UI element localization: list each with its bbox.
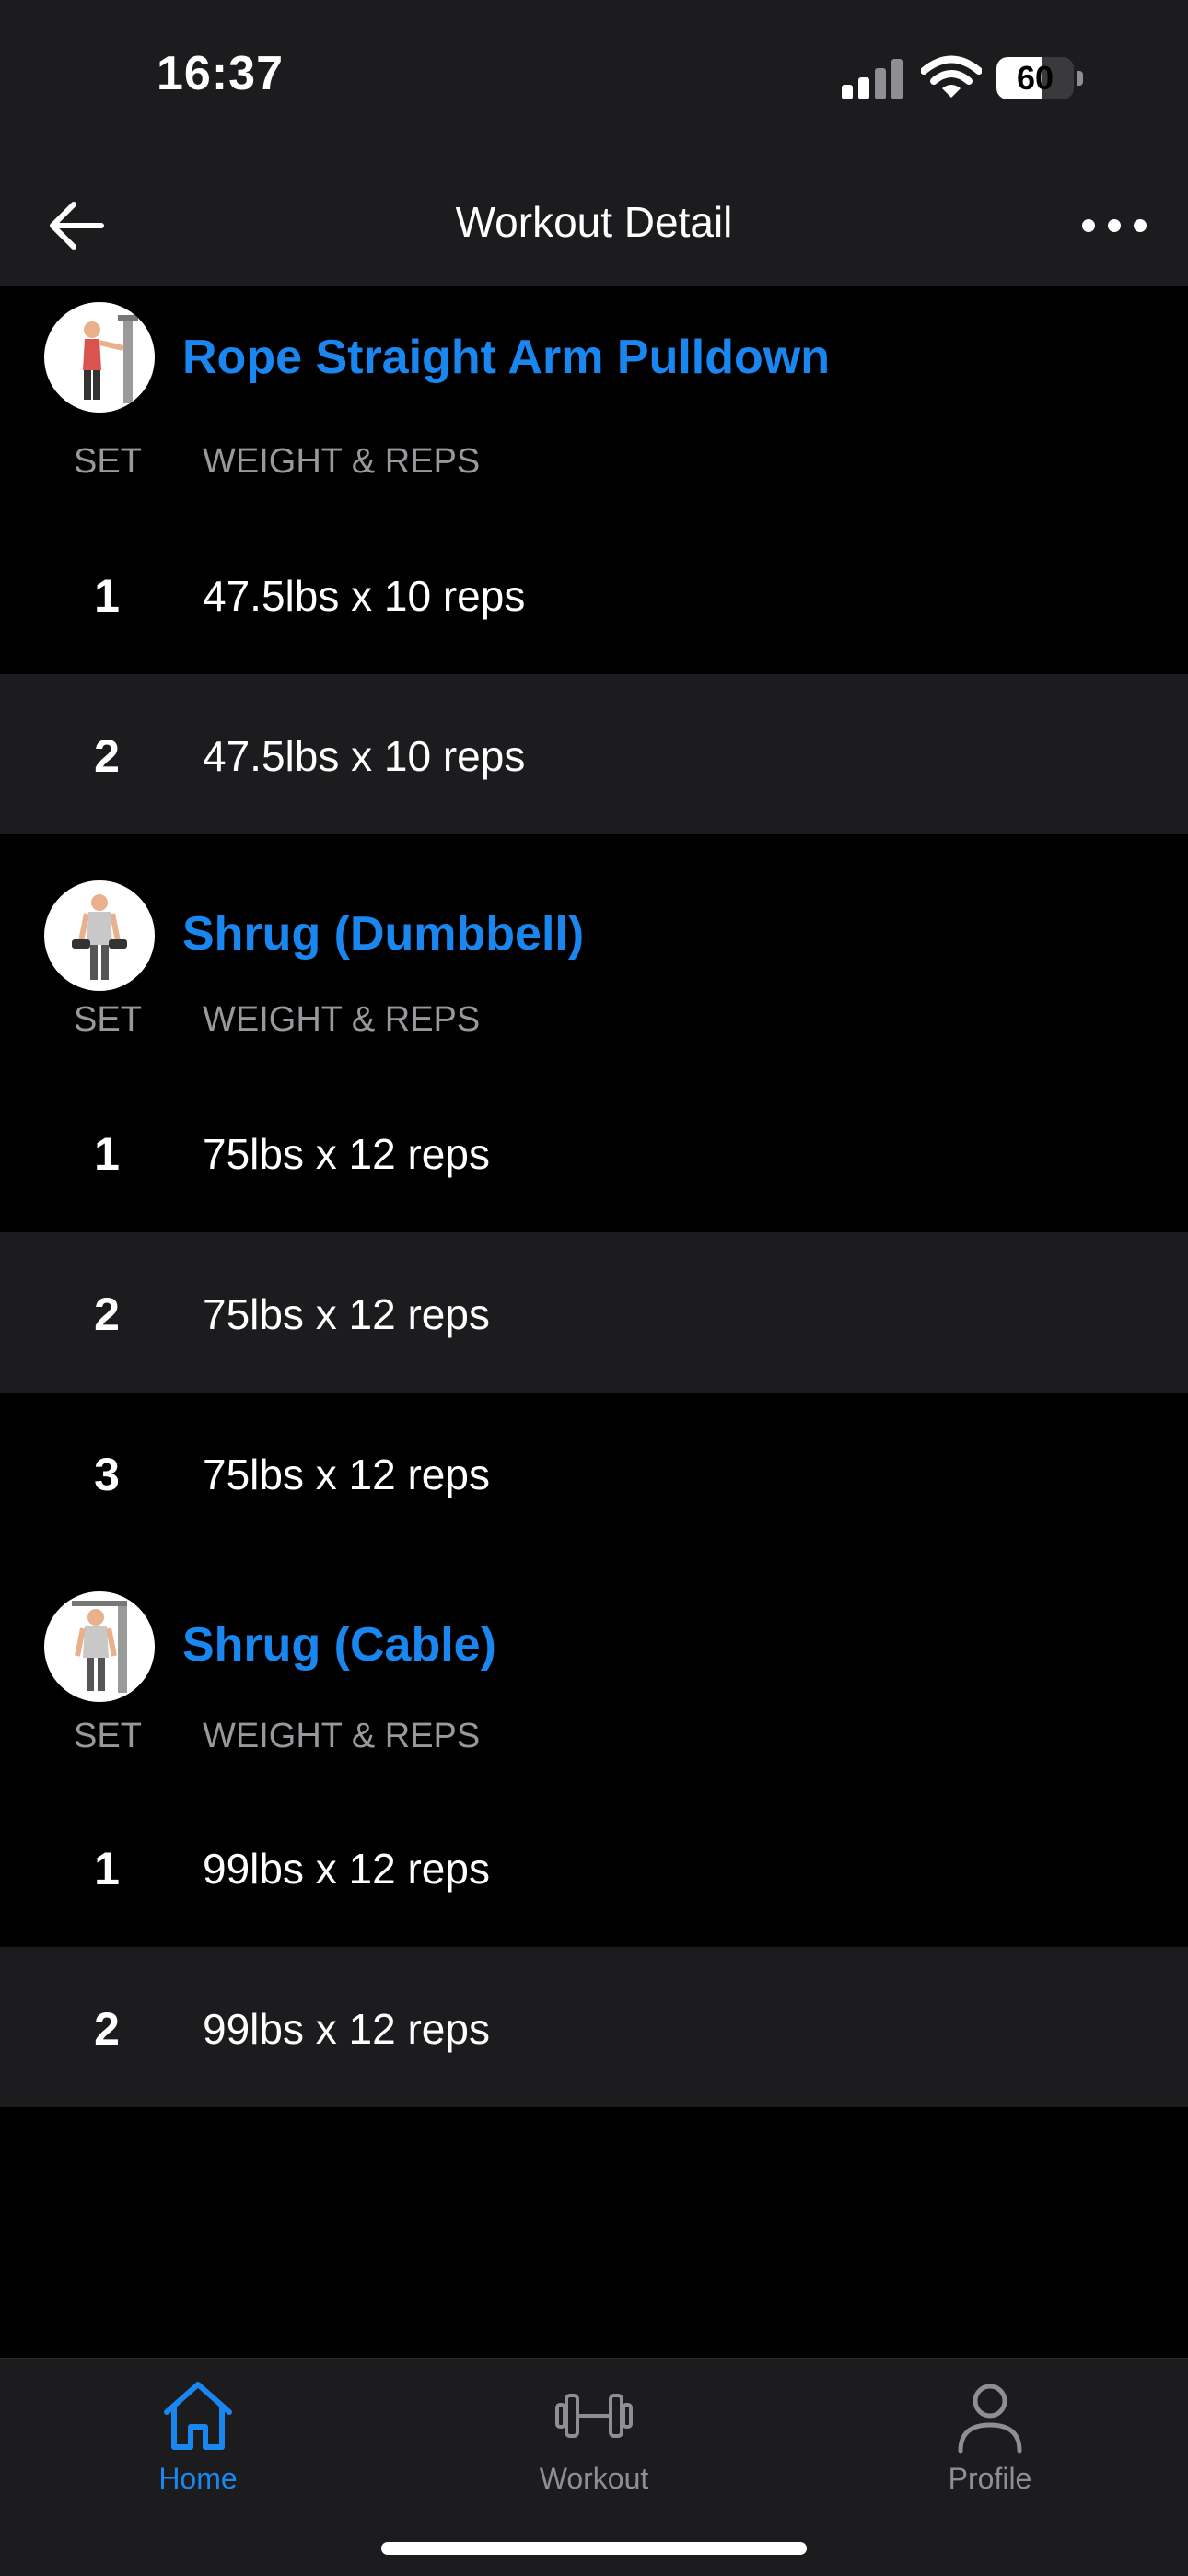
- home-indicator[interactable]: [381, 2542, 807, 2555]
- set-number: 1: [94, 570, 120, 622]
- set-number: 1: [94, 1843, 120, 1894]
- home-icon: [164, 2382, 232, 2450]
- set-row[interactable]: 1 75lbs x 12 reps: [0, 1072, 1188, 1232]
- exercise-card: Shrug (Dumbbell) SET WEIGHT & REPS 1 75l…: [0, 834, 1188, 1553]
- set-weight-reps: 99lbs x 12 reps: [203, 1845, 490, 1893]
- exercise-thumbnail[interactable]: [44, 302, 155, 413]
- set-weight-reps: 75lbs x 12 reps: [203, 1290, 490, 1338]
- status-bar: 16:37 60: [0, 0, 1188, 157]
- status-time: 16:37: [157, 47, 284, 100]
- column-header: SET WEIGHT & REPS: [0, 414, 1188, 514]
- set-weight-reps: 99lbs x 12 reps: [203, 2005, 490, 2053]
- exercise-name[interactable]: Rope Straight Arm Pulldown: [182, 330, 830, 385]
- set-column-label: SET: [74, 1000, 142, 1039]
- workout-detail-list[interactable]: Rope Straight Arm Pulldown SET WEIGHT & …: [0, 286, 1188, 2107]
- column-header: SET WEIGHT & REPS: [0, 1700, 1188, 1787]
- page-title: Workout Detail: [455, 198, 733, 246]
- battery-level: 60: [1016, 59, 1054, 97]
- set-weight-reps: 75lbs x 12 reps: [203, 1130, 490, 1178]
- set-weight-reps: 75lbs x 12 reps: [203, 1451, 490, 1498]
- set-number: 3: [94, 1449, 120, 1500]
- set-row[interactable]: 2 47.5lbs x 10 reps: [0, 674, 1188, 834]
- exercise-thumbnail[interactable]: [44, 1591, 155, 1702]
- weight-reps-column-label: WEIGHT & REPS: [203, 1000, 481, 1039]
- exercise-header[interactable]: Shrug (Cable): [0, 1553, 1188, 1702]
- set-weight-reps: 47.5lbs x 10 reps: [203, 732, 526, 780]
- wifi-icon: [921, 55, 982, 98]
- exercise-card: Rope Straight Arm Pulldown SET WEIGHT & …: [0, 286, 1188, 834]
- set-column-label: SET: [74, 1717, 142, 1755]
- weight-reps-column-label: WEIGHT & REPS: [203, 442, 481, 481]
- tab-label: Workout: [539, 2462, 649, 2495]
- dumbbell-icon: [555, 2394, 633, 2438]
- exercise-figure-icon: [83, 315, 138, 403]
- nav-bar: Workout Detail: [0, 157, 1188, 286]
- set-row[interactable]: 1 99lbs x 12 reps: [0, 1787, 1188, 1947]
- battery-icon: 60: [996, 57, 1085, 101]
- exercise-name[interactable]: Shrug (Cable): [182, 1617, 496, 1673]
- exercise-header[interactable]: Shrug (Dumbbell): [0, 834, 1188, 991]
- set-number: 1: [94, 1128, 120, 1180]
- more-horizontal-icon: [1082, 219, 1147, 232]
- profile-icon: [958, 2384, 1022, 2454]
- set-row[interactable]: 2 75lbs x 12 reps: [0, 1232, 1188, 1393]
- set-number: 2: [94, 1288, 120, 1340]
- exercise-header[interactable]: Rope Straight Arm Pulldown: [0, 286, 1188, 414]
- signal-icon: [842, 59, 903, 99]
- weight-reps-column-label: WEIGHT & REPS: [203, 1717, 481, 1755]
- tab-home[interactable]: Home: [0, 2359, 396, 2506]
- tab-profile[interactable]: Profile: [792, 2359, 1188, 2506]
- set-row[interactable]: 1 47.5lbs x 10 reps: [0, 514, 1188, 674]
- set-row[interactable]: 3 75lbs x 12 reps: [0, 1393, 1188, 1553]
- tab-workout[interactable]: Workout: [396, 2359, 792, 2506]
- set-number: 2: [94, 730, 120, 782]
- tab-label: Profile: [948, 2462, 1032, 2495]
- exercise-card: Shrug (Cable) SET WEIGHT & REPS 1 99lbs …: [0, 1553, 1188, 2107]
- tab-label: Home: [158, 2462, 238, 2495]
- set-row[interactable]: 2 99lbs x 12 reps: [0, 1947, 1188, 2107]
- set-weight-reps: 47.5lbs x 10 reps: [203, 572, 526, 620]
- column-header: SET WEIGHT & REPS: [0, 973, 1188, 1072]
- set-number: 2: [94, 2003, 120, 2055]
- set-column-label: SET: [74, 442, 142, 481]
- exercise-figure-icon: [72, 1601, 127, 1693]
- exercise-name[interactable]: Shrug (Dumbbell): [182, 906, 584, 962]
- more-button[interactable]: [1068, 184, 1160, 267]
